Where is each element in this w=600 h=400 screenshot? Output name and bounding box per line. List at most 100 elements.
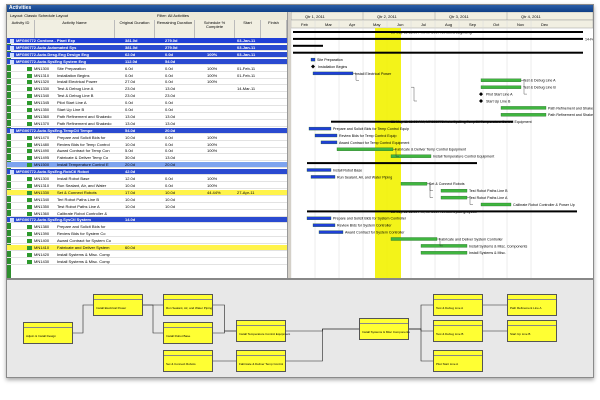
activity-icon — [27, 156, 32, 161]
activity-icon — [27, 73, 32, 78]
quarter-label: Qtr 1, 2011 — [305, 14, 325, 19]
activity-icon — [27, 142, 32, 147]
network-node[interactable]: Path Refinement Line A — [507, 294, 557, 316]
cell-activity-name: Teri Robot Paths Line B — [57, 196, 100, 202]
node-label: Install Systems & Misc Components — [362, 330, 410, 334]
col-remaining-duration[interactable]: Remaining Duration — [155, 20, 195, 38]
month-label: Oct — [493, 22, 500, 27]
bar-label: Test & Debug Line A — [523, 79, 556, 83]
cell-activity-id: MN1410 — [34, 245, 50, 250]
cell-original-duration: 30.0d — [125, 155, 136, 161]
table-row[interactable]: MFG00772.Auto.SysEng System Eng 112.0d 54.… — [7, 58, 287, 65]
cell-remaining-duration: 0.0d — [165, 182, 173, 188]
activity-icon — [27, 197, 32, 202]
table-row[interactable]: MN1330 Test & Debug Line A 23.0d 13.0d 14-Ma… — [7, 86, 287, 93]
network-node[interactable]: Fabricate & Deliver Temp Control — [236, 350, 286, 372]
cell-remaining-duration: 13.0d — [165, 155, 176, 161]
network-node[interactable]: Test & Debug Line A — [433, 294, 483, 316]
cell-activity-name: Site Preparation — [57, 65, 86, 71]
table-row[interactable]: MN1500 Install Temperature Control E 20.0d… — [7, 162, 287, 169]
network-node[interactable]: Test & Debug Line B — [433, 320, 483, 342]
table-row[interactable]: MN1420 Install Systems & Misc. Comp — [7, 252, 287, 258]
activity-bar — [440, 195, 468, 200]
cell-remaining-duration: 0.0d — [165, 100, 173, 106]
activity-icon — [27, 101, 32, 106]
network-node[interactable]: Adjoin & Install Design — [23, 322, 73, 344]
network-node[interactable]: Run Sealant, Air, and Water Piping — [163, 294, 213, 316]
table-row[interactable]: MN1380 Prepare and Solicit Bids for — [7, 224, 287, 231]
table-row[interactable]: MN1360 Calibrate Robot Controller & — [7, 211, 287, 217]
cell-original-duration: 14.0d — [125, 217, 136, 223]
network-node[interactable]: Install Temperature Control Equipment — [236, 320, 290, 342]
col-activity-name[interactable]: Activity Name — [35, 20, 115, 38]
filter-selector[interactable]: Filter: All Activities — [157, 13, 189, 18]
network-node[interactable]: Install Systems & Misc Components — [359, 318, 410, 340]
col-original-duration[interactable]: Original Duration — [115, 20, 155, 38]
table-row[interactable]: MN1400 Award Contract for System Co — [7, 238, 287, 245]
activity-icon — [27, 211, 32, 216]
table-row[interactable]: MN1310 Installation Begins 0.0d 0.0d 100% 01-… — [7, 73, 287, 79]
table-row[interactable]: MN1480 Review Bids for Temp Control 10.0d 0… — [7, 142, 287, 148]
node-header — [434, 295, 482, 300]
table-row[interactable]: MN1345 Pilot Start Line A 0.0d 0.0d — [7, 100, 287, 107]
table-row[interactable]: MFG00772.Auto.SysEng.RobCtl Robot 42.0d — [7, 169, 287, 176]
table-row[interactable]: MN1300 Site Preparation 6.0d 0.0d 100% 01-Feb… — [7, 66, 287, 72]
layout-selector[interactable]: Layout: Classic Schedule Layout — [10, 13, 68, 18]
activity-bar — [312, 71, 354, 76]
network-node[interactable]: Pilot Start Line A — [433, 350, 483, 372]
table-row[interactable]: MFG00772.Auto.Desg.Eng Design Eng 62.0d 0.… — [7, 51, 287, 58]
activity-icon — [27, 163, 32, 168]
activity-bar — [312, 223, 336, 227]
cell-original-duration: 10.0d — [125, 141, 136, 147]
col-schedule-pct[interactable]: Schedule % Complete — [195, 20, 235, 38]
table-row[interactable]: MN1370 Path Refinement and Shakedo 13.0d 13… — [7, 121, 287, 127]
node-header — [508, 321, 556, 326]
table-row[interactable]: MN1430 Install Systems & Misc. Comp — [7, 259, 287, 265]
bar-label: Calibrate Robot Controller & Power Up — [513, 203, 575, 207]
table-row[interactable]: MN1390 Review Bids for System Co — [7, 231, 287, 238]
bar-label: Fabricate and Deliver System Controller — [439, 237, 504, 241]
activity-bar — [400, 182, 428, 186]
month-label: Jun — [397, 22, 403, 27]
cell-activity-id: MN1320 — [34, 79, 50, 85]
col-start[interactable]: Start — [235, 20, 261, 38]
network-node[interactable]: Start Up Line B — [507, 320, 557, 342]
table-row[interactable]: MN1360 Path Refinement and Shakedo 13.0d 13… — [7, 114, 287, 120]
activity-bar — [318, 230, 344, 234]
table-row[interactable]: MN1300 Install Robot Base 12.0d 0.0d 100% — [7, 176, 287, 182]
network-node[interactable]: Set & Connect Robots — [163, 350, 213, 372]
cell-activity-name: Calibrate Robot Controller & — [57, 210, 108, 216]
cell-activity-name: Installation Begins — [57, 72, 90, 78]
network-node[interactable]: Install Electrical Power — [93, 294, 143, 316]
table-row[interactable]: MN1490 Award Contract for Temp Con 5.0d 0.0… — [7, 148, 287, 155]
table-row[interactable]: MN1350 Start Up Line B 0.0d 0.0d — [7, 107, 287, 113]
table-row[interactable]: MN1350 Test Robot Paths Line A 10.0d 10.0d — [7, 204, 287, 210]
table-row[interactable]: MFG00772.Auto Automated Sys 381.0d 279.0d 0… — [7, 44, 287, 51]
table-row[interactable]: MFG00772.Auto.SysEng.SysCtl System 14.0d — [7, 217, 287, 224]
table-row[interactable]: MN1320 Install Electrical Power 27.0d 0.0d 1… — [7, 79, 287, 86]
table-row[interactable]: MN1470 Prepare and Solicit Bids for 10.0d 0… — [7, 135, 287, 141]
cell-start: 14-Mar-11 — [237, 86, 256, 92]
table-row[interactable]: MFG00772.Auto.SysEng.TempCtl Tempe 54.0d 2… — [7, 127, 287, 134]
cell-activity-name: Award Contract for Temp Con — [57, 148, 110, 154]
col-finish[interactable]: Finish — [261, 20, 287, 38]
milestone-marker — [479, 99, 483, 103]
bar-label: Installation Begins — [318, 65, 347, 69]
network-node[interactable]: Install Robot Base — [163, 322, 213, 344]
table-row[interactable]: MN1310 Run Sealant, Air, and Water 10.0d 0.… — [7, 183, 287, 189]
cell-original-duration: 10.0d — [125, 196, 136, 202]
table-row[interactable]: MN1340 Test & Debug Line B 23.0d 23.0d — [7, 93, 287, 100]
table-row[interactable]: MN1495 Fabricate & Deliver Temp Co 30.0d 13… — [7, 155, 287, 162]
cell-activity-id: MFG00772.Auto Automated Sys — [16, 44, 77, 50]
cell-start: 01-Feb-11 — [237, 72, 256, 78]
table-row[interactable]: MN1330 Set & Connect Robots 17.0d 10.0d 44.4… — [7, 189, 287, 196]
activity-icon — [27, 149, 32, 154]
timescale-quarters — [291, 12, 593, 21]
col-activity-id[interactable]: Activity ID — [7, 20, 35, 38]
wbs-icon — [10, 170, 14, 175]
cell-start: 01-Feb-11 — [237, 65, 256, 71]
table-row[interactable]: MFG00772 Cordova - Plant Exp 381.0d 279.0d… — [7, 38, 287, 44]
window-title: Activities — [7, 5, 593, 12]
table-row[interactable]: MN1410 Fabricate and Deliver System 60.0d — [7, 245, 287, 251]
table-row[interactable]: MN1340 Teri Robot Paths Line B 10.0d 10.0d — [7, 197, 287, 203]
